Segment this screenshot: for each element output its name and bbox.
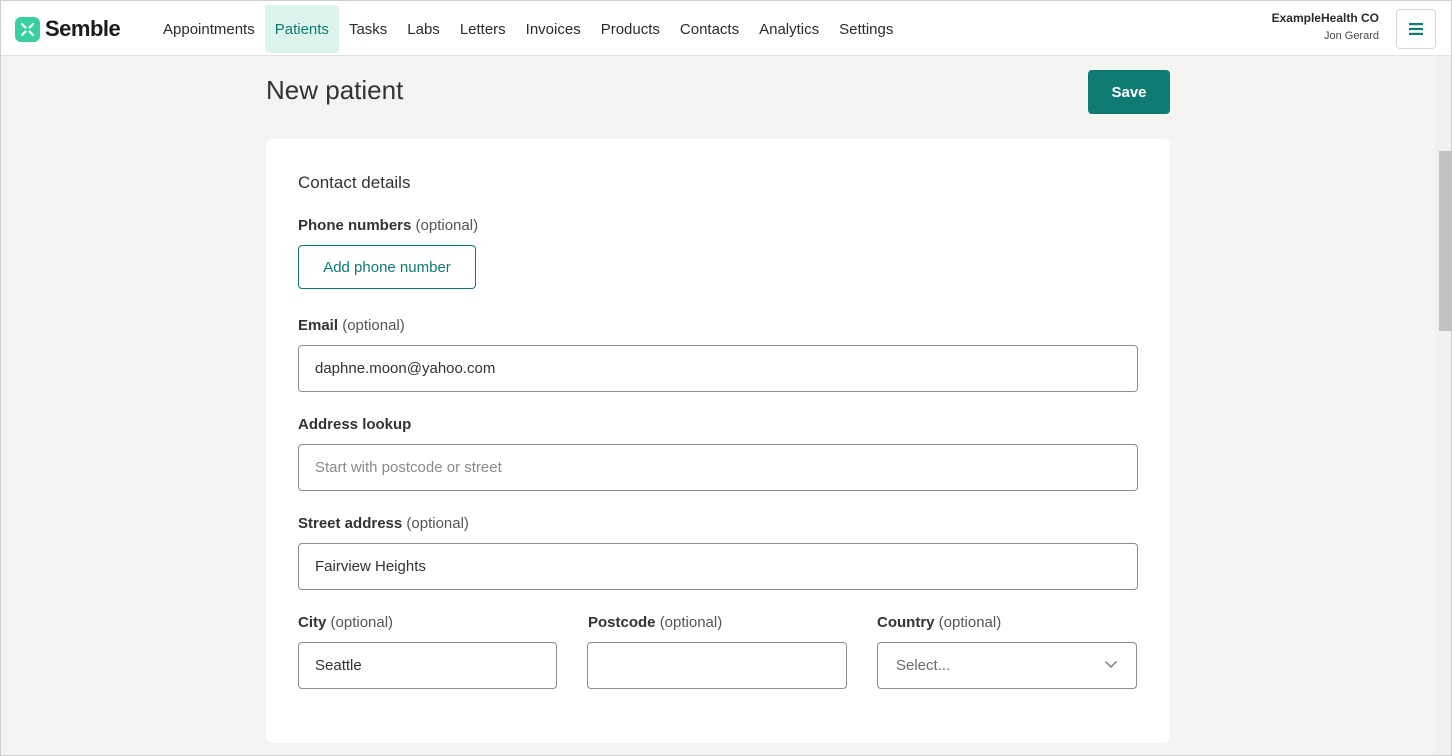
semble-logo[interactable]: Semble — [15, 15, 121, 43]
address-lookup-label: Address lookup — [298, 416, 411, 433]
country-select[interactable]: Select... — [877, 642, 1137, 689]
postcode-field[interactable] — [587, 642, 847, 689]
main-nav: Appointments Patients Tasks Labs Letters… — [153, 5, 903, 53]
street-address-field[interactable] — [298, 543, 1138, 590]
hamburger-icon — [1409, 23, 1423, 35]
menu-button[interactable] — [1396, 9, 1436, 49]
optional-tag: (optional) — [938, 614, 1002, 631]
chevron-down-icon — [1104, 660, 1118, 669]
semble-logo-icon — [15, 16, 40, 42]
nav-item-settings[interactable]: Settings — [829, 5, 903, 53]
city-label-text: City — [298, 614, 327, 631]
street-address-label: Street address (optional) — [298, 515, 469, 532]
page-scrollbar[interactable] — [1435, 57, 1452, 755]
phone-label-text: Phone numbers — [298, 217, 412, 234]
account-info[interactable]: ExampleHealth CO Jon Gerard — [1272, 11, 1379, 42]
nav-item-products[interactable]: Products — [591, 5, 670, 53]
nav-item-analytics[interactable]: Analytics — [749, 5, 829, 53]
add-phone-number-button[interactable]: Add phone number — [298, 245, 476, 289]
scrollbar-thumb[interactable] — [1439, 151, 1452, 331]
city-label: City (optional) — [298, 614, 393, 631]
email-label-text: Email — [298, 317, 339, 334]
address-lookup-label-text: Address lookup — [298, 416, 412, 433]
nav-item-contacts[interactable]: Contacts — [670, 5, 749, 53]
address-lookup-input[interactable] — [298, 444, 1138, 491]
email-label: Email (optional) — [298, 317, 405, 334]
phone-numbers-label: Phone numbers (optional) — [298, 217, 478, 234]
nav-item-patients[interactable]: Patients — [264, 5, 339, 53]
country-label-text: Country — [877, 614, 935, 631]
logo-text: Semble — [45, 16, 121, 41]
nav-item-letters[interactable]: Letters — [450, 5, 516, 53]
optional-tag: (optional) — [342, 317, 405, 334]
optional-tag: (optional) — [415, 217, 479, 234]
save-button[interactable]: Save — [1088, 70, 1170, 114]
contact-details-card: Contact details Phone numbers (optional)… — [266, 139, 1170, 743]
postcode-label: Postcode (optional) — [588, 614, 722, 631]
organization-name: ExampleHealth CO — [1271, 11, 1379, 25]
user-name: Jon Gerard — [1323, 30, 1379, 42]
nav-item-tasks[interactable]: Tasks — [339, 5, 397, 53]
country-select-value: Select... — [896, 657, 951, 674]
nav-item-invoices[interactable]: Invoices — [516, 5, 591, 53]
country-label: Country (optional) — [877, 614, 1001, 631]
top-navigation-bar: Semble Appointments Patients Tasks Labs … — [1, 1, 1451, 56]
page-title: New patient — [266, 75, 404, 105]
optional-tag: (optional) — [659, 614, 723, 631]
nav-item-labs[interactable]: Labs — [397, 5, 450, 53]
postcode-label-text: Postcode — [588, 614, 656, 631]
email-field[interactable] — [298, 345, 1138, 392]
nav-item-appointments[interactable]: Appointments — [153, 5, 265, 53]
section-title: Contact details — [298, 173, 411, 192]
optional-tag: (optional) — [406, 515, 469, 532]
optional-tag: (optional) — [330, 614, 394, 631]
street-label-text: Street address — [298, 515, 403, 532]
city-field[interactable] — [298, 642, 557, 689]
